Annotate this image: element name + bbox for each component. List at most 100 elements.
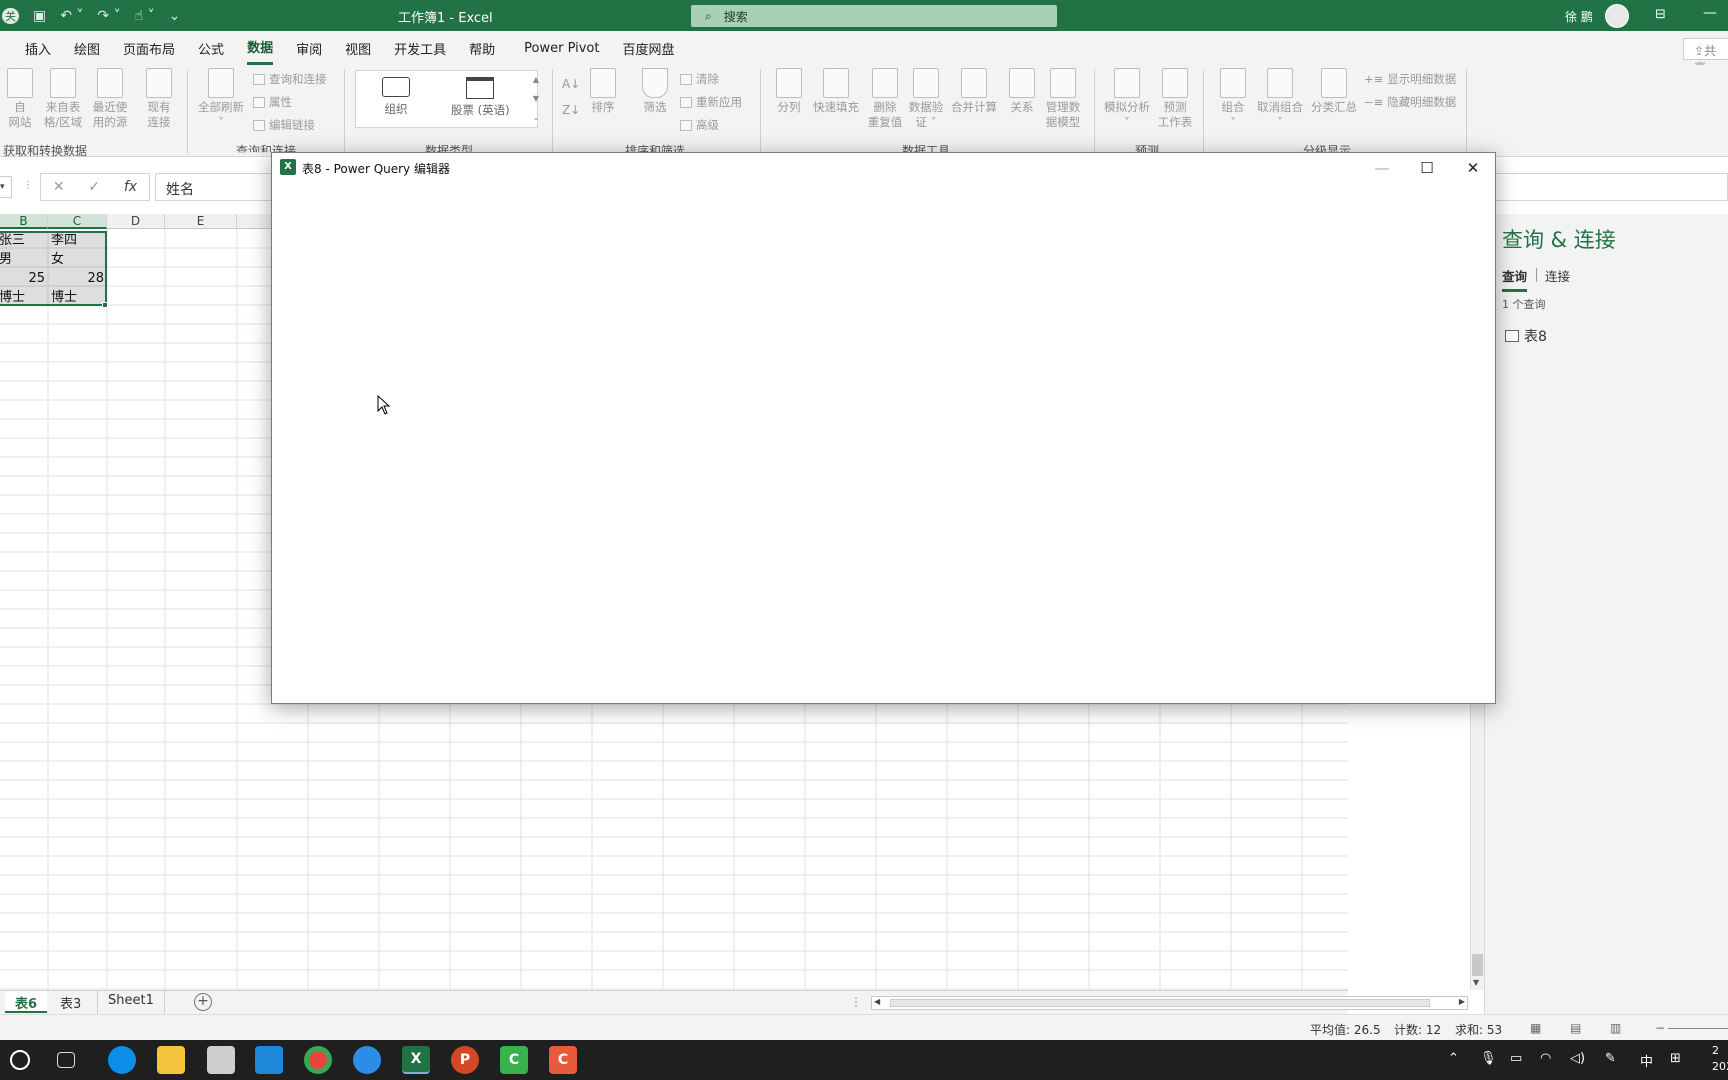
excel-taskbar-icon[interactable]: X — [402, 1046, 430, 1074]
insert-function-icon[interactable]: fx — [124, 179, 137, 195]
scroll-right-icon[interactable]: ▶ — [1459, 997, 1465, 1006]
tab-connections[interactable]: 连接 — [1545, 266, 1570, 289]
clock[interactable]: 2202 — [1712, 1043, 1728, 1075]
tab-formulas[interactable]: 公式 — [198, 33, 224, 64]
page-layout-view-icon[interactable]: ▤ — [1570, 1021, 1581, 1035]
mail-icon[interactable] — [255, 1046, 283, 1074]
status-sum[interactable]: 求和: 53 — [1455, 1021, 1502, 1038]
tab-draw[interactable]: 绘图 — [74, 33, 100, 64]
consolidate-button[interactable]: 合并计算 — [948, 68, 1000, 115]
edge-icon[interactable] — [108, 1046, 136, 1074]
cell-c2[interactable]: 女 — [48, 250, 106, 269]
tab-insert[interactable]: 插入 — [25, 33, 51, 64]
minimize-icon[interactable]: — — [1359, 153, 1405, 183]
column-header-e[interactable]: E — [165, 214, 237, 229]
edit-links-button[interactable]: 编辑链接 — [253, 117, 315, 133]
tab-power-pivot[interactable]: Power Pivot — [524, 35, 599, 62]
queries-connections-button[interactable]: 查询和连接 — [253, 71, 327, 87]
normal-view-icon[interactable]: ▦ — [1530, 1021, 1541, 1035]
forecast-sheet-button[interactable]: 预测 工作表 — [1156, 68, 1194, 130]
page-break-view-icon[interactable]: ▥ — [1610, 1021, 1621, 1035]
undo-icon[interactable]: ↶ ˅ — [60, 8, 83, 24]
clear-filter-button[interactable]: 清除 — [680, 71, 719, 87]
properties-button[interactable]: 属性 — [253, 94, 292, 110]
zoom-out-icon[interactable]: − — [1655, 1021, 1665, 1035]
recent-sources-button[interactable]: 最近使 用的源 — [89, 68, 131, 130]
cell-b2[interactable]: 男 — [0, 250, 46, 269]
wifi-icon[interactable]: ◠ — [1540, 1051, 1551, 1066]
minimize-icon[interactable]: — — [1703, 5, 1717, 21]
redo-icon[interactable]: ↷ ˅ — [97, 8, 120, 24]
volume-icon[interactable]: ◁) — [1570, 1051, 1585, 1066]
group-button[interactable]: 组合 ˅ — [1218, 68, 1248, 130]
chrome-icon[interactable] — [304, 1046, 332, 1074]
battery-icon[interactable]: ▭ — [1510, 1051, 1522, 1066]
tab-developer[interactable]: 开发工具 — [394, 33, 446, 64]
data-model-button[interactable]: 管理数 据模型 — [1042, 68, 1084, 130]
status-count[interactable]: 计数: 12 — [1394, 1021, 1441, 1038]
tab-review[interactable]: 审阅 — [296, 33, 322, 64]
zoom-slider[interactable] — [1668, 1028, 1728, 1029]
avatar[interactable] — [1605, 4, 1629, 28]
sheet-tab-sheet1[interactable]: Sheet1 — [97, 991, 165, 1013]
file-explorer-icon[interactable] — [157, 1046, 185, 1074]
camtasia-icon[interactable]: C — [500, 1046, 528, 1074]
remove-duplicates-button[interactable]: 删除 重复值 — [866, 68, 904, 130]
tab-help[interactable]: 帮助 — [469, 33, 495, 64]
text-to-columns-button[interactable]: 分列 — [774, 68, 804, 115]
existing-connections-button[interactable]: 现有 连接 — [144, 68, 174, 130]
touch-mode-icon[interactable]: ☝ ˅ — [135, 8, 155, 24]
tab-data[interactable]: 数据 — [247, 31, 274, 65]
customize-qat-icon[interactable]: ⌄ — [169, 8, 181, 24]
data-validation-button[interactable]: 数据验 证 ˅ — [906, 68, 946, 130]
tab-split-grip[interactable]: ⋮ — [850, 995, 862, 1009]
tab-baidu-netdisk[interactable]: 百度网盘 — [623, 33, 675, 64]
ungroup-button[interactable]: 取消组合 ˅ — [1254, 68, 1306, 130]
recorder-icon[interactable]: C — [549, 1046, 577, 1074]
share-button[interactable]: ⇪共享 — [1683, 38, 1728, 75]
ribbon-display-icon[interactable]: ⊟ — [1655, 7, 1666, 22]
close-icon[interactable]: ✕ — [1450, 153, 1496, 183]
flash-fill-button[interactable]: 快速填充 — [810, 68, 862, 115]
refresh-all-button[interactable]: 全部刷新 ˅ — [196, 68, 246, 130]
sheet-tab-biao3[interactable]: 表3 — [50, 991, 91, 1013]
from-table-button[interactable]: 来自表 格/区域 — [42, 68, 84, 130]
data-types-gallery[interactable]: 组织 股票 (英语) — [355, 70, 538, 128]
cell-c3[interactable]: 28 — [48, 269, 107, 288]
sort-button[interactable]: 排序 — [588, 68, 618, 115]
sort-asc-desc-icons[interactable]: A↓ Z↓ — [562, 71, 580, 123]
power-query-editor-window[interactable]: X 表8 - Power Query 编辑器 — ☐ ✕ — [271, 152, 1496, 704]
org-type-button[interactable]: 组织 — [382, 77, 410, 117]
gallery-scroll[interactable]: ▲ ▼ ⌄ — [530, 70, 542, 128]
horizontal-scrollbar[interactable]: ◀ ▶ — [871, 996, 1468, 1010]
what-if-button[interactable]: 模拟分析 ˅ — [1102, 68, 1152, 130]
search-input[interactable]: ⌕ 搜索 — [691, 5, 1057, 27]
hide-detail-button[interactable]: −≡ 隐藏明细数据 — [1364, 94, 1456, 110]
cell-b3[interactable]: 25 — [0, 269, 48, 288]
enter-icon[interactable]: ✓ — [88, 179, 100, 195]
vscroll-thumb[interactable] — [1472, 954, 1483, 976]
cortana-icon[interactable] — [10, 1050, 30, 1070]
task-view-icon[interactable] — [57, 1052, 75, 1068]
from-web-button[interactable]: 自 网站 — [6, 68, 34, 130]
reapply-button[interactable]: 重新应用 — [680, 94, 742, 110]
scroll-left-icon[interactable]: ◀ — [874, 997, 880, 1006]
scroll-down-icon[interactable]: ▼ — [1473, 978, 1479, 987]
ime-mode-icon[interactable]: ⊞ — [1670, 1051, 1681, 1066]
tab-view[interactable]: 视图 — [345, 33, 371, 64]
show-detail-button[interactable]: +≡ 显示明细数据 — [1364, 71, 1456, 87]
subtotal-button[interactable]: 分类汇总 — [1308, 68, 1360, 115]
filter-button[interactable]: 筛选 — [640, 68, 670, 115]
save-icon[interactable]: ▣ — [33, 8, 46, 24]
tray-expand-icon[interactable]: ⌃ — [1448, 1051, 1459, 1066]
sheet-tab-biao6[interactable]: 表6 — [5, 991, 48, 1013]
cancel-icon[interactable]: ✕ — [53, 179, 65, 195]
tab-queries[interactable]: 查询 — [1502, 266, 1528, 292]
status-average[interactable]: 平均值: 26.5 — [1310, 1021, 1381, 1038]
cell-b4[interactable]: 博士 — [0, 288, 46, 307]
column-header-c[interactable]: C — [48, 214, 107, 229]
powerpoint-icon[interactable]: P — [451, 1046, 479, 1074]
cell-c1[interactable]: 李四 — [48, 231, 106, 250]
stocks-type-button[interactable]: 股票 (英语) — [451, 77, 510, 118]
ime-indicator[interactable]: 中 — [1640, 1051, 1653, 1070]
